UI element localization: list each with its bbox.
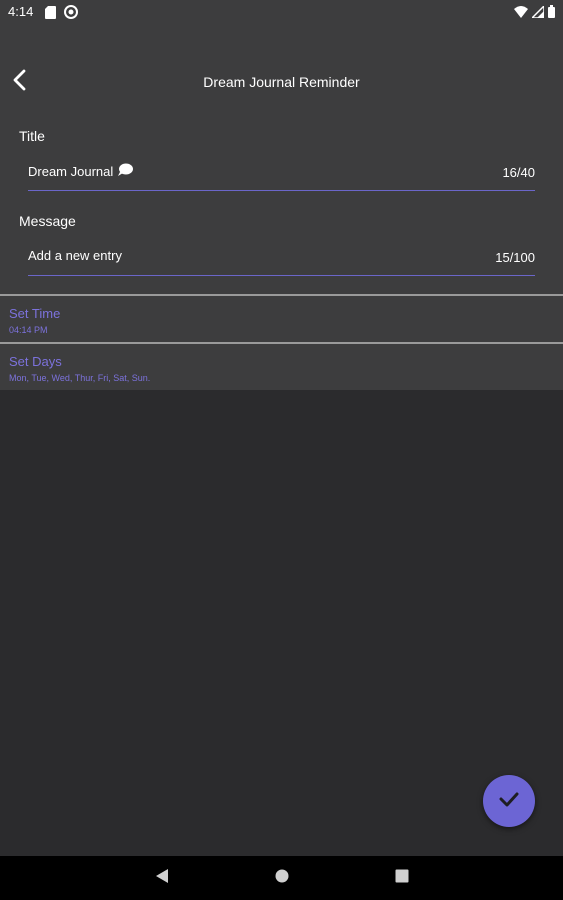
set-time-row[interactable]: Set Time 04:14 PM [0, 296, 563, 342]
message-field[interactable]: Add a new entry 15/100 [28, 242, 535, 276]
nav-back-button[interactable] [152, 868, 172, 888]
page-title: Dream Journal Reminder [203, 74, 360, 90]
status-left-icons [45, 5, 78, 24]
circle-home-icon [275, 869, 289, 888]
set-days-value: Mon, Tue, Wed, Thur, Fri, Sat, Sun. [9, 373, 151, 383]
status-bar: 4:14 [0, 0, 563, 24]
status-right-icons [514, 4, 555, 23]
message-counter: 15/100 [495, 250, 535, 265]
save-button[interactable] [483, 775, 535, 827]
set-time-title: Set Time [9, 306, 61, 321]
signal-icon [530, 4, 545, 23]
nav-home-button[interactable] [272, 868, 292, 888]
sync-icon [64, 5, 78, 24]
wifi-icon [514, 5, 528, 23]
title-value-wrap: Dream Journal [28, 163, 134, 180]
nav-recents-button[interactable] [392, 868, 412, 888]
square-recents-icon [395, 869, 409, 888]
speech-bubble-icon [117, 163, 134, 180]
app-bar: Dream Journal Reminder [0, 24, 563, 112]
triangle-back-icon [155, 868, 169, 889]
form-panel: Title Dream Journal 16/40 Message Add a … [0, 112, 563, 294]
message-label: Message [19, 213, 76, 229]
battery-icon [548, 5, 555, 23]
title-field[interactable]: Dream Journal 16/40 [28, 157, 535, 191]
message-value: Add a new entry [28, 248, 122, 263]
set-time-value: 04:14 PM [9, 325, 48, 335]
message-value-wrap: Add a new entry [28, 248, 122, 263]
sd-card-icon [45, 5, 56, 24]
set-days-row[interactable]: Set Days Mon, Tue, Wed, Thur, Fri, Sat, … [0, 344, 563, 390]
status-time: 4:14 [8, 4, 34, 19]
navigation-bar [0, 856, 563, 900]
title-label: Title [19, 128, 45, 144]
screen: 4:14 Dream Journal Reminder Title Dream … [0, 0, 563, 900]
check-icon [497, 787, 521, 816]
title-counter: 16/40 [502, 165, 535, 180]
set-days-title: Set Days [9, 354, 62, 369]
title-value: Dream Journal [28, 164, 114, 179]
